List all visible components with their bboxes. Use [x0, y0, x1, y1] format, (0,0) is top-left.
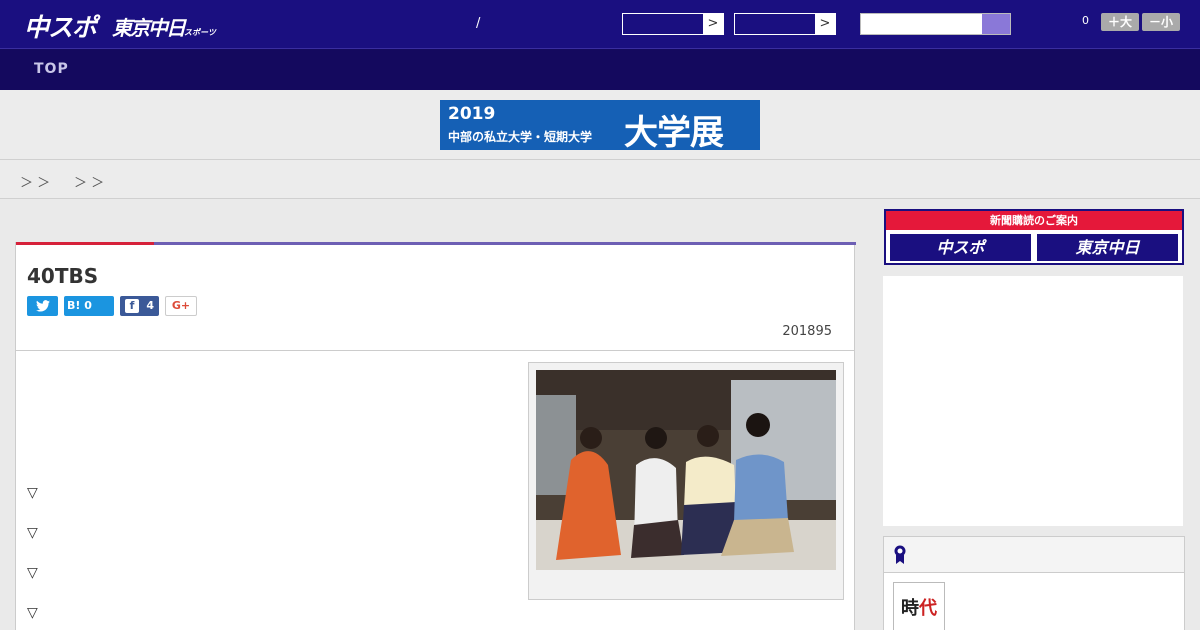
- font-larger-button[interactable]: ＋大: [1101, 13, 1139, 31]
- accent-bar-purple: [154, 242, 856, 245]
- ranking-header: [884, 537, 1184, 573]
- search-button[interactable]: [982, 14, 1010, 34]
- bullet-marker: ▽: [27, 485, 38, 501]
- banner-year: 2019: [448, 104, 496, 124]
- chevron-right-icon: >: [703, 14, 723, 34]
- bullet-marker: ▽: [27, 525, 38, 541]
- nav-item-top[interactable]: TOP: [34, 61, 69, 77]
- hatena-label: B!: [67, 299, 81, 312]
- ranking-thumbnail[interactable]: 時代: [893, 582, 945, 630]
- university-fair-banner[interactable]: 2019 中部の私立大学・短期大学 大学展: [440, 100, 760, 153]
- chevron-right-icon: >: [815, 14, 835, 34]
- breadcrumb-sep-2: ＞ ＞: [74, 176, 105, 191]
- article-date: 201895: [782, 324, 832, 339]
- category-select-2[interactable]: >: [734, 13, 836, 35]
- subscription-title: 新聞購読のご案内: [886, 211, 1182, 230]
- ranking-box: 時代: [883, 536, 1185, 630]
- accent-bar-red: [16, 242, 154, 245]
- thumb-text-1: 時: [901, 598, 919, 619]
- chuspo-logo[interactable]: 中スポ: [24, 8, 97, 44]
- thumb-text-2: 代: [919, 598, 937, 619]
- ribbon-icon: [894, 545, 906, 564]
- banner-subtitle: 中部の私立大学・短期大学: [448, 130, 593, 144]
- article-card: 40TBS B! 0 f 4 G+ 201895 ▽ ▽ ▽ ▽: [15, 242, 856, 630]
- header-separator: /: [476, 16, 481, 31]
- twitter-icon: [35, 300, 50, 312]
- header-bar: 中スポ 東京中日スポーツ / > > 0 ＋大 －小: [0, 0, 1200, 48]
- category-select-1[interactable]: >: [622, 13, 724, 35]
- facebook-icon: f: [125, 299, 139, 313]
- breadcrumb: ＞ ＞ ＞ ＞: [0, 160, 1200, 199]
- article-title: 40TBS: [27, 264, 99, 288]
- font-smaller-button[interactable]: －小: [1142, 13, 1180, 31]
- top-ad-area: 2019 中部の私立大学・短期大学 大学展: [0, 90, 1200, 160]
- tokyo-chunichi-logo[interactable]: 東京中日スポーツ: [112, 12, 216, 41]
- banner-headline: 大学展: [624, 113, 724, 153]
- counter-text: 0: [1082, 14, 1089, 27]
- bullet-marker: ▽: [27, 605, 38, 621]
- facebook-share-button[interactable]: f 4: [120, 296, 159, 316]
- bullet-marker: ▽: [27, 565, 38, 581]
- main-nav: TOP: [0, 48, 1200, 90]
- subscription-box: 新聞購読のご案内 中スポ 東京中日: [884, 209, 1184, 265]
- search-input[interactable]: [860, 13, 1011, 35]
- hatena-bookmark-button[interactable]: B! 0: [64, 296, 114, 316]
- tokyo-logo-text: 東京中日: [112, 16, 186, 40]
- ranking-list: 時代: [884, 573, 1184, 630]
- twitter-share-button[interactable]: [27, 296, 58, 316]
- facebook-count: 4: [146, 299, 154, 312]
- sidebar-ad[interactable]: [883, 276, 1183, 526]
- main-area: 40TBS B! 0 f 4 G+ 201895 ▽ ▽ ▽ ▽ 新聞購読のご案…: [0, 199, 1200, 630]
- subscribe-tokyo-button[interactable]: 東京中日: [1035, 232, 1180, 263]
- subscribe-chuspo-button[interactable]: 中スポ: [888, 232, 1033, 263]
- breadcrumb-sep-1: ＞ ＞: [20, 176, 51, 191]
- article-photo-frame: [528, 362, 844, 600]
- article-photo[interactable]: [536, 370, 836, 570]
- tokyo-logo-small: スポーツ: [184, 28, 216, 37]
- hatena-count: 0: [84, 299, 92, 312]
- article-divider: [16, 350, 854, 351]
- googleplus-share-button[interactable]: G+: [165, 296, 197, 316]
